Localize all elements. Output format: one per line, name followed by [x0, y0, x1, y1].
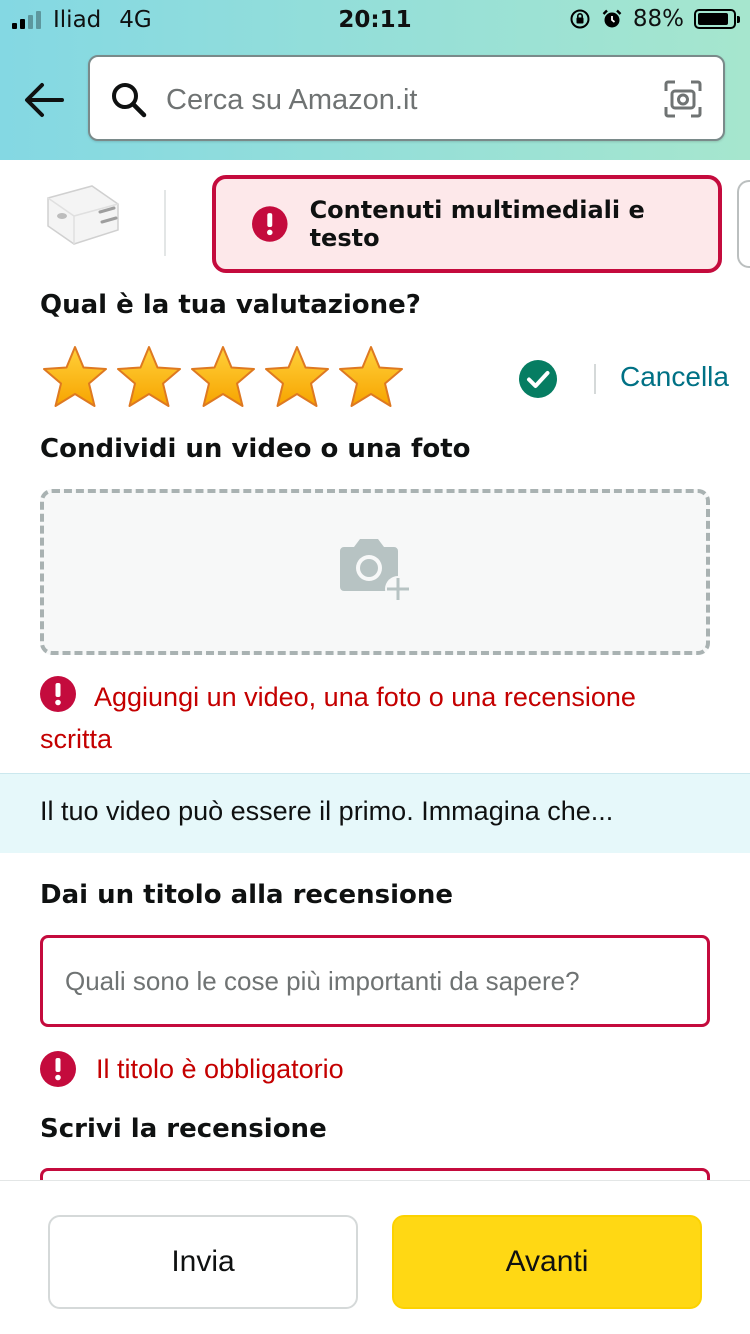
battery-fill [698, 13, 728, 25]
video-tip-banner[interactable]: Il tuo video può essere il primo. Immagi… [0, 773, 750, 853]
footer-actions: Invia Avanti [0, 1180, 750, 1334]
separator [594, 364, 596, 394]
review-title-label: Dai un titolo alla recensione [40, 880, 453, 910]
next-tab-card[interactable] [737, 180, 750, 268]
error-icon [252, 206, 288, 242]
divider [164, 190, 166, 256]
camera-search-icon[interactable] [663, 79, 703, 119]
video-tip-text: Il tuo video può essere il primo. Immagi… [40, 796, 614, 826]
media-text-tab-label: Contenuti multimediali e testo [309, 196, 645, 252]
media-error: Aggiungi un video, una foto o una recens… [40, 676, 640, 760]
status-right: 88% [569, 6, 740, 32]
next-button[interactable]: Avanti [392, 1215, 702, 1309]
search-input[interactable]: Cerca su Amazon.it [88, 55, 725, 141]
star-icon[interactable] [188, 344, 258, 410]
header: Iliad 4G 20:11 88% Cerca su Amazon.it [0, 0, 750, 160]
review-title-input[interactable] [43, 938, 707, 1024]
star-icon[interactable] [336, 344, 406, 410]
rating-title: Qual è la tua valutazione? [40, 290, 421, 320]
media-title: Condividi un video o una foto [40, 434, 471, 464]
star-icon[interactable] [262, 344, 332, 410]
media-error-text: Aggiungi un video, una foto o una recens… [40, 682, 636, 754]
search-placeholder: Cerca su Amazon.it [166, 84, 418, 116]
error-icon [40, 1051, 76, 1087]
status-bar: Iliad 4G 20:11 88% [0, 0, 750, 40]
back-arrow-icon [25, 83, 64, 117]
add-photo-icon [340, 539, 411, 602]
orientation-lock-icon [570, 9, 590, 29]
search-icon [112, 83, 147, 118]
check-circle-icon [519, 360, 557, 398]
product-thumbnail[interactable] [40, 180, 130, 250]
star-icon[interactable] [40, 344, 110, 410]
title-error: Il titolo è obbligatorio [40, 1048, 344, 1090]
alarm-icon [602, 9, 622, 28]
review-title-field[interactable] [40, 935, 710, 1027]
star-rating[interactable] [40, 344, 406, 410]
title-error-text: Il titolo è obbligatorio [96, 1054, 344, 1084]
back-button[interactable] [22, 80, 66, 120]
media-text-tab[interactable]: Contenuti multimediali e testo [212, 175, 722, 273]
review-body-label: Scrivi la recensione [40, 1114, 327, 1144]
battery-icon [694, 9, 740, 29]
media-upload-area[interactable] [40, 489, 710, 655]
error-icon [40, 676, 76, 712]
cancel-rating-link[interactable]: Cancella [620, 361, 729, 393]
battery-percent: 88% [632, 6, 684, 32]
charger-image [47, 185, 119, 245]
star-icon[interactable] [114, 344, 184, 410]
send-button[interactable]: Invia [48, 1215, 358, 1309]
